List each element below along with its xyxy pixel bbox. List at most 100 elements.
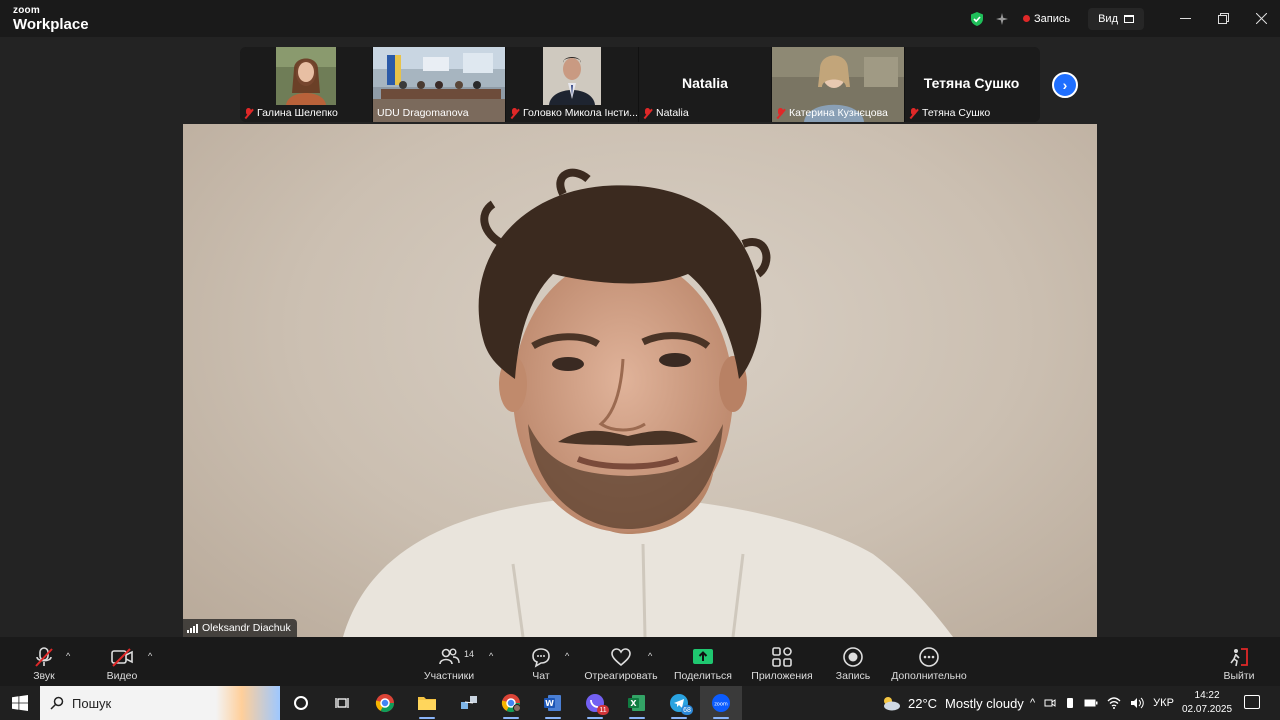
participant-caption: UDU Dragomanova [377,107,469,119]
language-indicator[interactable]: УКР [1153,697,1174,709]
participant-tile[interactable]: Галина Шелепко [240,47,373,122]
apps-icon [772,647,792,667]
cloudy-weather-icon [884,697,900,711]
react-button[interactable]: Отреагировать [584,637,658,686]
notifications-icon[interactable] [1244,695,1260,709]
more-label: Дополнительно [891,670,967,682]
next-page-button[interactable]: › [1052,72,1078,98]
meeting-toolbar: Звук ^ Видео ^ Участники 14 ^ Чат ^ Отре… [0,637,1280,686]
participant-caption: Тетяна Сушко [909,107,990,119]
search-icon [50,696,64,710]
apps-button[interactable]: Приложения [750,637,814,686]
logo-small-text: zoom [13,5,40,16]
mic-muted-icon [643,107,652,119]
taskbar-chrome[interactable] [364,686,406,720]
participant-name: Головко Микола Інсти... [523,107,638,119]
participant-caption: Галина Шелепко [244,107,338,119]
react-options-caret[interactable]: ^ [648,651,652,661]
chat-button[interactable]: Чат [526,637,556,686]
ai-companion-icon[interactable] [995,12,1009,26]
participants-button[interactable]: Участники [420,637,478,686]
search-placeholder: Пошук [72,695,112,711]
minimize-button[interactable] [1166,0,1204,37]
taskbar-telegram[interactable]: 68 [658,686,700,720]
recording-indicator[interactable]: Запись [1023,13,1070,25]
logo-big-text: Workplace [13,16,89,33]
chat-label: Чат [532,670,550,682]
participant-caption: Катерина Кузнєцова [776,107,888,119]
weather-widget[interactable]: 22°C Mostly cloudy [880,686,1024,720]
restore-button[interactable] [1204,0,1242,37]
participant-display-name: Natalia [682,75,728,91]
cortana-button[interactable] [280,686,322,720]
volume-icon[interactable] [1130,697,1144,709]
participant-tile[interactable]: Тетяна Сушко Тетяна Сушко [905,47,1038,122]
word-icon: W [544,695,561,711]
more-icon [919,647,939,667]
share-button[interactable]: Поделиться [674,637,732,686]
system-tray: ^ УКР [1030,686,1174,720]
record-dot-icon [1023,15,1030,22]
taskbar-excel[interactable]: X [616,686,658,720]
participants-strip: Галина Шелепко UDU Dragomanova Головко М… [240,47,1040,122]
participant-tile[interactable]: Головко Микола Інсти... [506,47,639,122]
chevron-up-icon[interactable]: ^ [1030,697,1035,709]
video-button[interactable]: Видео [104,637,140,686]
participant-name: Natalia [656,107,689,119]
taskbar-zoom[interactable]: zoom [700,686,742,720]
participant-tile[interactable]: Natalia Natalia [639,47,772,122]
taskbar-word[interactable]: W [532,686,574,720]
clock-date: 02.07.2025 [1182,704,1233,715]
clock[interactable]: 14:22 02.07.2025 [1182,689,1232,717]
mic-muted-icon [510,107,519,119]
taskbar-viber[interactable]: 11 [574,686,616,720]
battery-icon[interactable] [1084,698,1098,708]
more-button[interactable]: Дополнительно [890,637,968,686]
mic-muted-icon [909,107,918,119]
participants-count: 14 [464,649,475,659]
meeting-stage: Галина Шелепко UDU Dragomanova Головко М… [0,37,1280,637]
speaker-video-frame [343,168,953,637]
close-button[interactable] [1242,0,1280,37]
weather-temp: 22°C [908,695,938,711]
usb-icon[interactable] [1065,697,1075,709]
audio-button[interactable]: Звук [28,637,60,686]
leave-label: Выйти [1223,670,1255,682]
leave-button[interactable]: Выйти [1222,637,1256,686]
taskbar-search[interactable]: Пошук [40,686,280,720]
participant-caption: Головко Микола Інсти... [510,107,638,119]
task-view-icon [335,698,349,708]
mic-muted-icon [776,107,785,119]
mic-muted-icon [35,647,53,667]
record-button[interactable]: Запись [834,637,872,686]
taskbar-network-tool[interactable] [448,686,490,720]
shield-icon[interactable] [969,11,985,27]
taskbar-file-explorer[interactable] [406,686,448,720]
participant-tile[interactable]: Катерина Кузнєцова [772,47,905,122]
chat-options-caret[interactable]: ^ [565,651,569,661]
svg-text:X: X [630,699,637,708]
audio-label: Звук [33,670,55,682]
speaker-nametag: Oleksandr Diachuk [183,619,297,637]
gallery-grid-icon [1124,14,1134,23]
chevron-right-icon: › [1062,77,1068,93]
wifi-icon[interactable] [1107,697,1121,709]
chrome-profile-icon [501,694,521,713]
zoom-logo: zoom Workplace [13,5,89,33]
participant-name: Катерина Кузнєцова [789,107,888,119]
excel-icon: X [628,695,645,711]
view-button[interactable]: Вид [1088,7,1144,30]
participants-options-caret[interactable]: ^ [489,651,493,661]
signal-strength-icon [187,623,198,633]
audio-options-caret[interactable]: ^ [66,651,70,661]
zoom-app-icon: zoom [712,694,730,712]
taskbar-chrome-profile[interactable] [490,686,532,720]
recording-label: Запись [1034,12,1071,25]
main-speaker-video: Oleksandr Diachuk [183,124,1097,637]
meet-now-icon[interactable] [1044,697,1056,709]
participant-tile[interactable]: UDU Dragomanova [373,47,506,122]
start-button[interactable] [0,686,40,720]
video-options-caret[interactable]: ^ [148,651,152,661]
video-label: Видео [106,670,138,682]
task-view-button[interactable] [322,686,364,720]
